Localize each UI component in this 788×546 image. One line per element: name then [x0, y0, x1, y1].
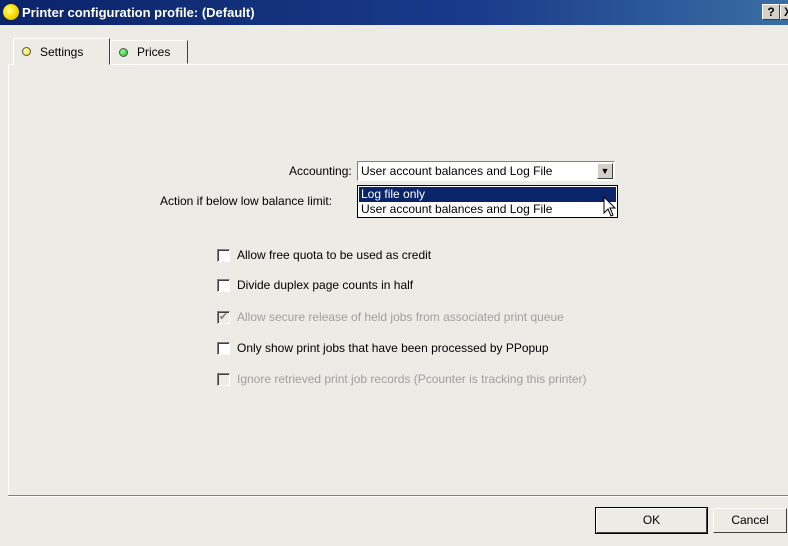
accounting-dropdown-list[interactable]: Log file only User account balances and …	[357, 185, 618, 218]
checkbox-label: Divide duplex page counts in half	[237, 278, 414, 292]
checkbox-ppopup-only[interactable]: Only show print jobs that have been proc…	[217, 341, 549, 355]
divider-highlight	[8, 496, 788, 497]
accounting-select-value: User account balances and Log File	[361, 164, 553, 178]
tab-settings[interactable]: Settings	[13, 38, 110, 65]
accounting-select[interactable]: User account balances and Log File ▼	[357, 161, 615, 181]
cancel-button[interactable]: Cancel	[713, 508, 787, 533]
checkbox-label: Only show print jobs that have been proc…	[237, 341, 549, 355]
tab-settings-label: Settings	[40, 44, 84, 59]
checkbox-label: Allow secure release of held jobs from a…	[237, 310, 564, 324]
title-bar[interactable]: Printer configuration profile: (Default)…	[0, 0, 788, 25]
dropdown-option-log-file-only[interactable]: Log file only	[359, 187, 616, 202]
action-below-limit-label: Action if below low balance limit:	[160, 194, 333, 208]
checkbox-label: Ignore retrieved print job records (Pcou…	[237, 372, 587, 386]
checkbox-free-quota-credit[interactable]: Allow free quota to be used as credit	[217, 248, 431, 262]
checkbox-divide-duplex[interactable]: Divide duplex page counts in half	[217, 278, 413, 292]
checkbox-box[interactable]	[217, 248, 230, 262]
mouse-pointer-icon	[603, 196, 617, 217]
tab-prices-label: Prices	[137, 45, 171, 59]
accounting-label: Accounting:	[289, 164, 352, 178]
tab-prices[interactable]: Prices	[110, 40, 188, 64]
ok-button[interactable]: OK	[595, 507, 708, 534]
checkbox-secure-release: ✔ Allow secure release of held jobs from…	[217, 310, 564, 324]
chevron-down-icon[interactable]: ▼	[597, 163, 613, 179]
close-button[interactable]: X	[780, 4, 788, 20]
window-title: Printer configuration profile: (Default)	[22, 5, 255, 20]
checkbox-box	[217, 372, 230, 386]
status-led-yellow-icon	[22, 47, 31, 56]
dialog-window: Printer configuration profile: (Default)…	[0, 0, 788, 546]
app-icon	[3, 4, 19, 20]
checkbox-box[interactable]	[217, 278, 230, 292]
dropdown-option-user-account-balances[interactable]: User account balances and Log File	[359, 202, 616, 217]
checkbox-label: Allow free quota to be used as credit	[237, 248, 432, 262]
help-button[interactable]: ?	[762, 4, 780, 20]
checkmark-icon: ✔	[217, 310, 230, 324]
status-led-green-icon	[119, 47, 128, 57]
checkbox-ignore-retrieved: Ignore retrieved print job records (Pcou…	[217, 372, 586, 386]
checkbox-box[interactable]	[217, 341, 230, 355]
